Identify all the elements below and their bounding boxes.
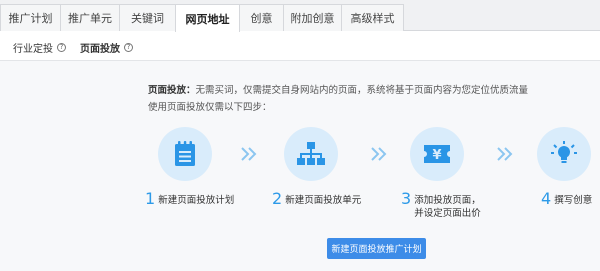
step-4-label: 撰写创意 <box>554 195 593 206</box>
step-1-circle <box>158 127 212 181</box>
lightbulb-icon <box>551 141 577 163</box>
help-icon[interactable]: ? <box>124 43 133 52</box>
tab-creative[interactable]: 创意 <box>239 4 284 31</box>
step-3-number: 3 <box>401 189 412 208</box>
step-3-label-line-2: 并设定页面出价 <box>414 208 481 219</box>
hierarchy-icon <box>297 142 325 165</box>
subtab-industry-label: 行业定投 <box>13 44 53 55</box>
step-2-circle <box>284 127 338 181</box>
subtab-page-delivery[interactable]: 页面投放 ? <box>80 40 133 55</box>
step-4: 4 撰写创意 <box>541 190 592 208</box>
tab-campaign[interactable]: 推广计划 <box>0 4 61 31</box>
step-3-circle: ¥ <box>410 127 464 181</box>
tab-adgroup[interactable]: 推广单元 <box>60 4 120 31</box>
tab-keyword[interactable]: 关键词 <box>119 4 176 31</box>
tab-advanced-style[interactable]: 高级样式 <box>341 4 404 31</box>
svg-text:¥: ¥ <box>432 148 441 163</box>
create-page-campaign-button[interactable]: 新建页面投放推广计划 <box>327 238 426 259</box>
step-1: 1 新建页面投放计划 <box>145 190 234 208</box>
intro-line-1: 页面投放：无需买词，仅需提交自身网站内的页面，系统将基于页面内容为您定位优质流量 <box>148 82 588 99</box>
step-3-label: 添加投放页面， 并设定页面出价 <box>414 190 481 220</box>
subtab-page-delivery-label: 页面投放 <box>80 44 120 55</box>
top-tab-bar: 推广计划 推广单元 关键词 网页地址 创意 附加创意 高级样式 <box>0 0 600 32</box>
step-2-number: 2 <box>272 189 283 208</box>
step-2: 2 新建页面投放单元 <box>272 190 361 208</box>
sub-tab-bar: 行业定投 ? 页面投放 ? <box>0 32 600 60</box>
tab-url[interactable]: 网页地址 <box>175 4 240 32</box>
step-4-circle <box>537 127 591 181</box>
step-1-label: 新建页面投放计划 <box>158 195 235 206</box>
notepad-icon <box>175 141 195 166</box>
intro-text: 页面投放：无需买词，仅需提交自身网站内的页面，系统将基于页面内容为您定位优质流量… <box>148 82 588 116</box>
intro-lead: 页面投放： <box>148 85 196 96</box>
chevron-right-icon <box>371 147 387 161</box>
step-2-label: 新建页面投放单元 <box>285 195 362 206</box>
step-1-number: 1 <box>145 189 156 208</box>
tab-extra-creative[interactable]: 附加创意 <box>283 4 342 31</box>
step-3: 3 添加投放页面， 并设定页面出价 <box>401 190 481 220</box>
step-3-label-line-1: 添加投放页面， <box>414 195 481 206</box>
step-4-number: 4 <box>541 189 552 208</box>
subtab-industry[interactable]: 行业定投 ? <box>13 40 66 55</box>
help-icon[interactable]: ? <box>57 43 66 52</box>
intro-description: 无需买词，仅需提交自身网站内的页面，系统将基于页面内容为您定位优质流量 <box>195 85 529 96</box>
intro-line-2: 使用页面投放仅需以下四步： <box>148 102 272 113</box>
chevron-right-icon <box>241 147 257 161</box>
page-delivery-panel: 页面投放：无需买词，仅需提交自身网站内的页面，系统将基于页面内容为您定位优质流量… <box>0 61 600 271</box>
chevron-right-icon <box>497 147 513 161</box>
yen-ticket-icon: ¥ <box>424 145 450 163</box>
